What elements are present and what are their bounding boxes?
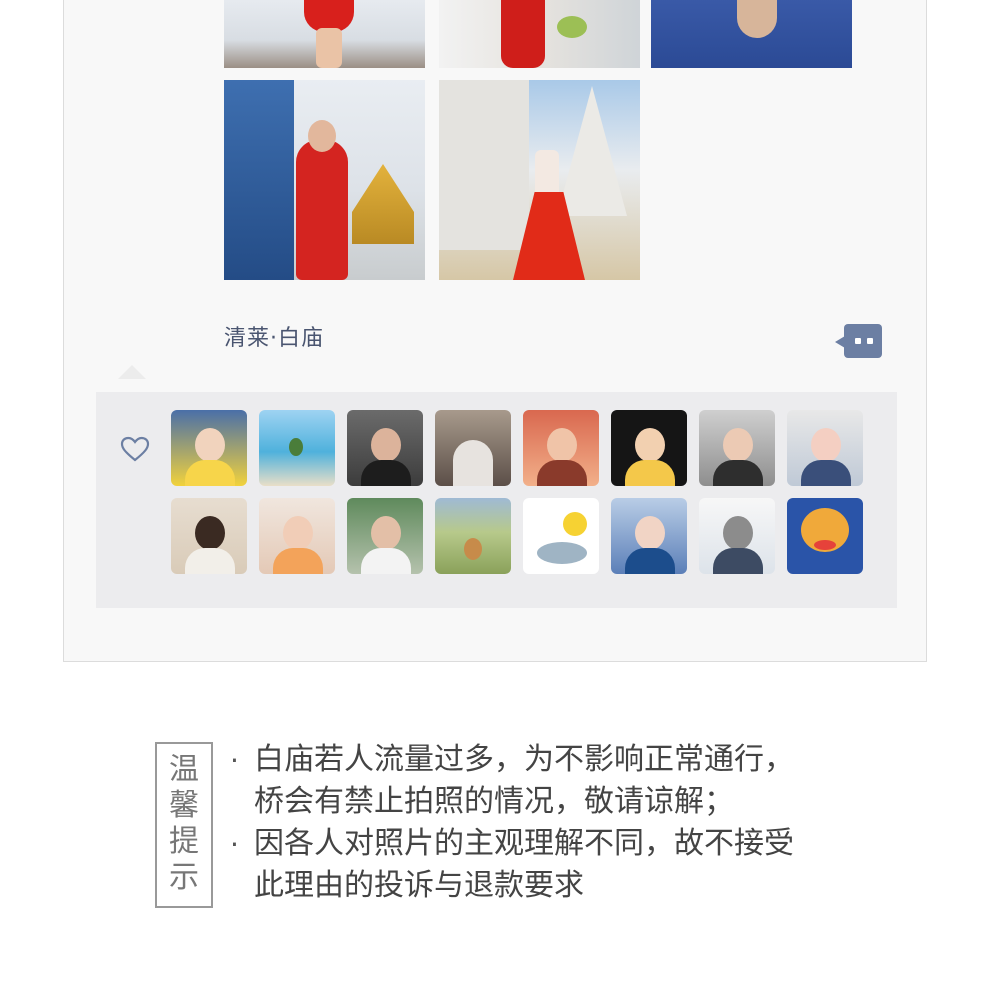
liker-avatar[interactable]	[347, 498, 423, 574]
tip-1-line-2: 桥会有禁止拍照的情况，敬请谅解；	[254, 784, 734, 819]
liker-avatar[interactable]	[259, 410, 335, 486]
liker-avatar[interactable]	[435, 498, 511, 574]
liker-avatar[interactable]	[611, 498, 687, 574]
liker-avatar[interactable]	[347, 410, 423, 486]
tip-2-line-1: 因各人对照片的主观理解不同，故不接受	[254, 826, 794, 861]
liker-avatar[interactable]	[699, 410, 775, 486]
tip-2-line-2: 此理由的投诉与退款要求	[254, 868, 584, 903]
tip-1-line-1: 白庙若人流量过多，为不影响正常通行，	[254, 742, 794, 777]
post-photo-2[interactable]	[439, 0, 640, 68]
tip-1-bullet: ·	[230, 744, 239, 777]
tip-2-bullet: ·	[230, 828, 239, 861]
liker-avatar[interactable]	[259, 498, 335, 574]
tips-title-box: 温馨提示	[155, 742, 213, 908]
moment-card: 清莱·白庙	[63, 0, 927, 662]
likes-panel-pointer	[118, 365, 146, 379]
post-photo-3[interactable]	[651, 0, 852, 68]
post-photo-4[interactable]	[224, 80, 425, 280]
post-photo-1[interactable]	[224, 0, 425, 68]
post-location[interactable]: 清莱·白庙	[224, 320, 324, 352]
liker-avatar[interactable]	[171, 498, 247, 574]
comment-button[interactable]	[834, 324, 882, 358]
liker-avatar[interactable]	[787, 410, 863, 486]
tips-title: 温馨提示	[169, 752, 199, 895]
liker-avatar[interactable]	[787, 498, 863, 574]
liker-avatar[interactable]	[435, 410, 511, 486]
liker-avatar[interactable]	[699, 498, 775, 574]
heart-icon	[120, 436, 150, 462]
liker-avatar[interactable]	[523, 410, 599, 486]
liker-avatar[interactable]	[171, 410, 247, 486]
liker-avatar[interactable]	[523, 498, 599, 574]
liker-avatar[interactable]	[611, 410, 687, 486]
post-photo-5[interactable]	[439, 80, 640, 280]
likes-panel	[96, 392, 897, 608]
